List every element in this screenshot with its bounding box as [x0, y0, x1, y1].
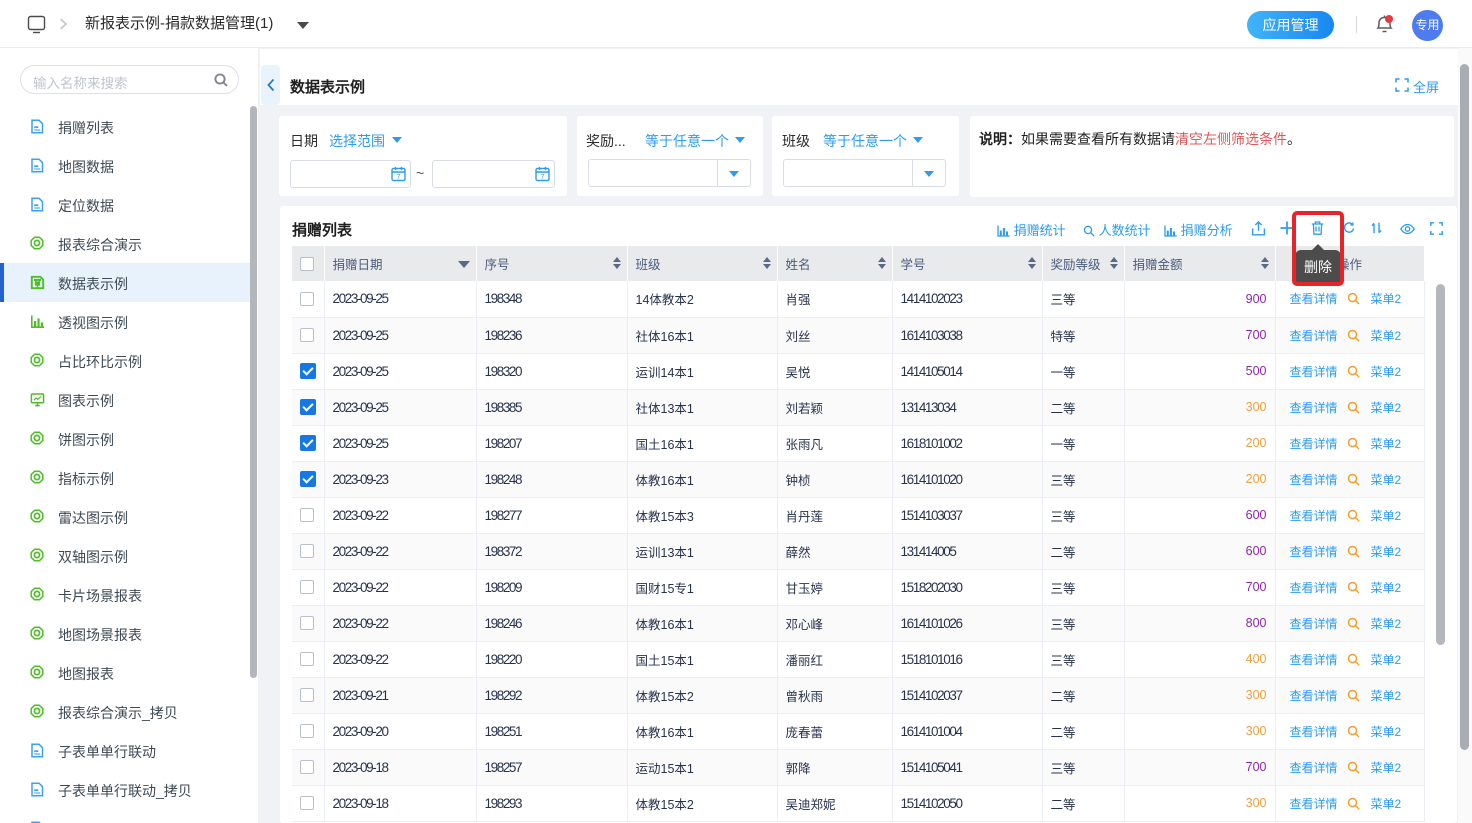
svg-text:7: 7 — [541, 174, 545, 181]
svg-text:7: 7 — [397, 174, 401, 181]
